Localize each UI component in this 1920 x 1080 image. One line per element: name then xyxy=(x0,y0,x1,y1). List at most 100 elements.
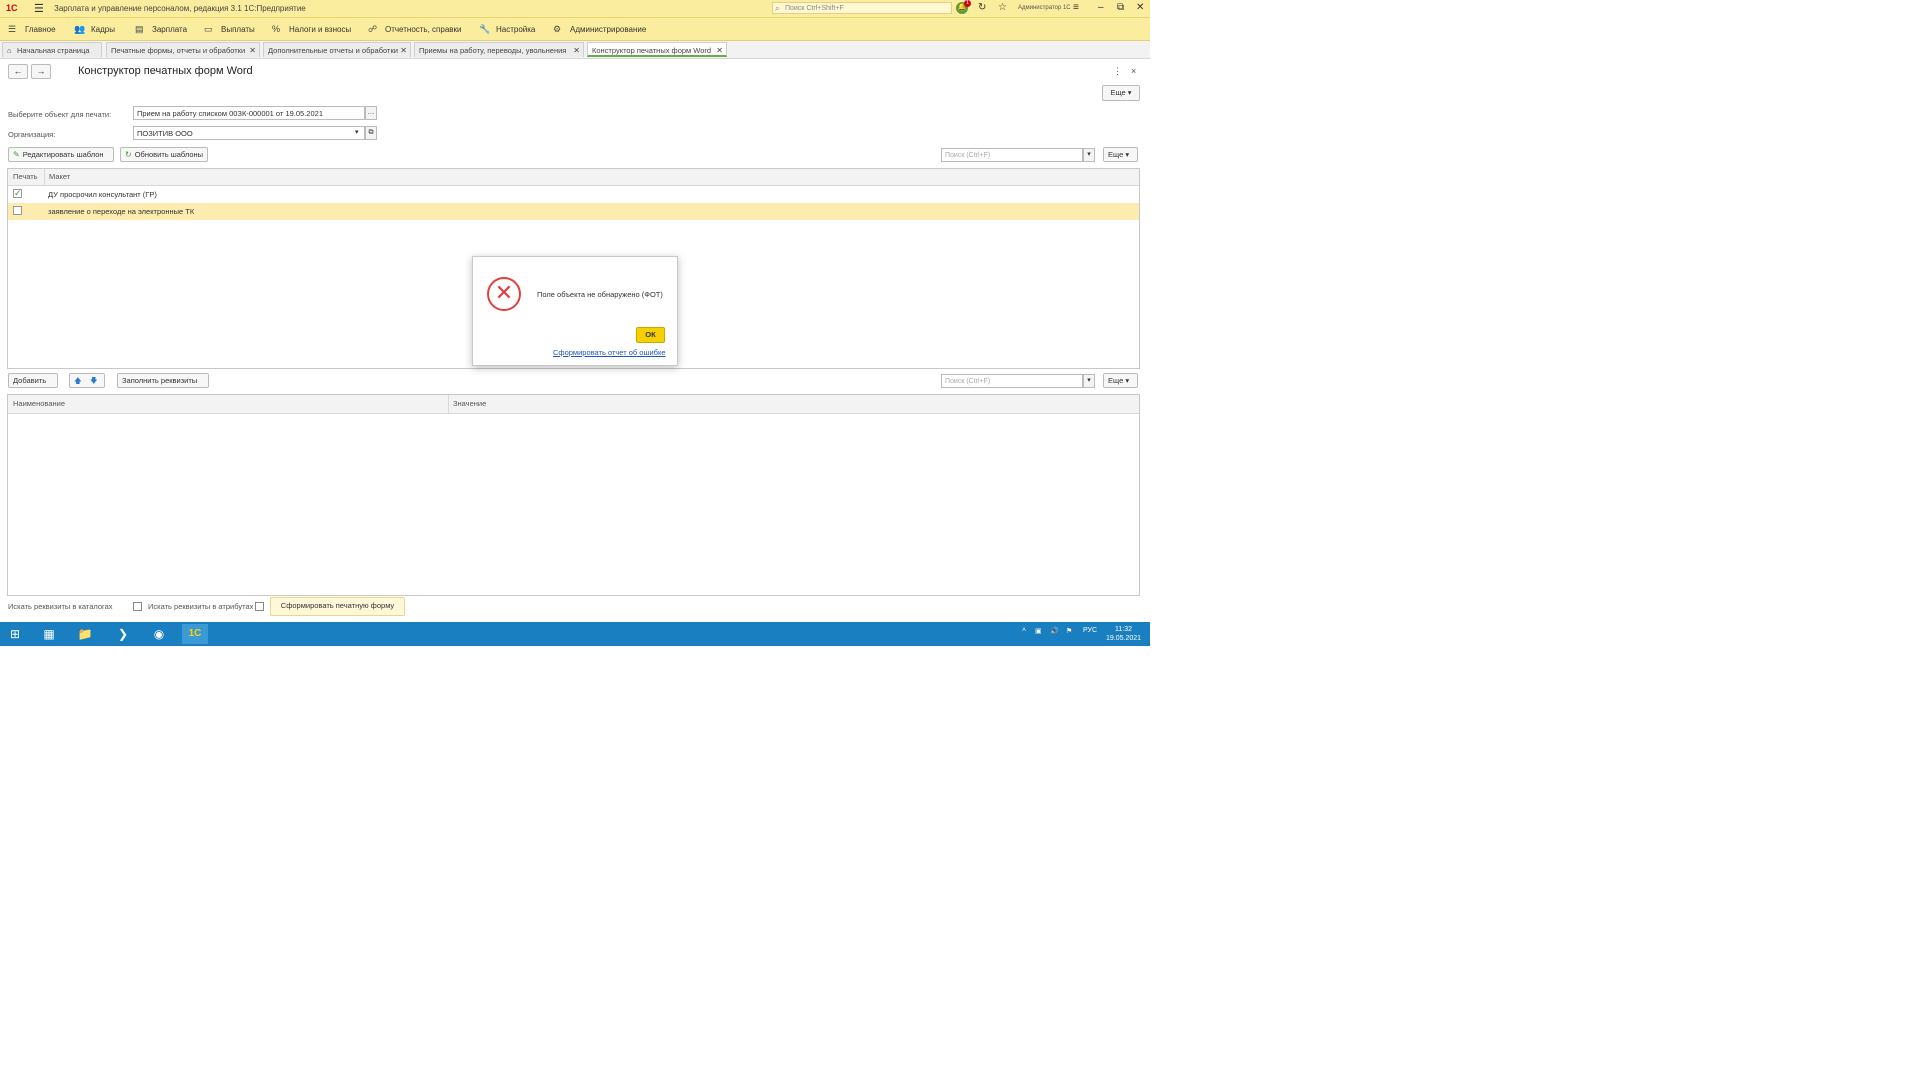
generate-print-form-button[interactable]: Сформировать печатную форму xyxy=(270,597,405,616)
col-layout[interactable]: Макет xyxy=(49,172,70,181)
details-more-button[interactable]: Еще ▾ xyxy=(1103,373,1138,388)
edit-layout-button[interactable]: ✎ Редактировать шаблон xyxy=(8,147,114,162)
tab-print-forms[interactable]: Печатные формы, отчеты и обработки ✕ xyxy=(106,42,260,57)
refresh-layouts-button[interactable]: ↻ Обновить шаблоны xyxy=(120,147,208,162)
menu-item-admin[interactable]: ⚙ Администрирование xyxy=(553,24,646,35)
menu-item-reports[interactable]: ☍ Отчетность, справки xyxy=(368,24,462,35)
back-button[interactable]: ← xyxy=(8,64,28,79)
restore-icon[interactable]: ⧉ xyxy=(1117,2,1124,14)
server-manager-icon[interactable]: ▦ xyxy=(36,624,62,644)
menu-label: Налоги и взносы xyxy=(289,25,352,34)
user-name[interactable]: Администратор 1С xyxy=(1018,5,1071,11)
arrow-up-icon[interactable]: 🡅 xyxy=(74,376,82,385)
open-windows-tabs: ⌂ Начальная страница Печатные формы, отч… xyxy=(0,41,1150,59)
fill-details-button[interactable]: Заполнить реквизиты xyxy=(117,373,209,388)
wrench-icon: 🔧 xyxy=(479,24,491,34)
global-search-input[interactable]: ⌕ Поиск Ctrl+Shift+F xyxy=(772,2,952,14)
chrome-icon[interactable]: ◉ xyxy=(146,624,172,644)
minimize-icon[interactable]: – xyxy=(1098,2,1104,14)
print-checkbox[interactable]: ✓ xyxy=(13,189,22,198)
layouts-search-input[interactable]: Поиск (Ctrl+F) xyxy=(941,148,1083,162)
tab-label: Дополнительные отчеты и обработки xyxy=(268,46,398,55)
settings-menu-icon[interactable]: ≡ xyxy=(1073,2,1079,14)
search-icon: ⌕ xyxy=(775,4,780,13)
print-checkbox[interactable] xyxy=(13,206,22,215)
pencil-icon: ✎ xyxy=(13,150,20,159)
report-icon: ☍ xyxy=(368,24,378,34)
column-divider xyxy=(44,169,45,185)
edit-layout-label: Редактировать шаблон xyxy=(22,150,104,159)
form-close-icon[interactable]: × xyxy=(1131,66,1136,76)
menu-label: Выплаты xyxy=(221,25,255,34)
clock-time: 11:32 xyxy=(1115,626,1133,633)
search-attrs-checkbox[interactable] xyxy=(255,602,264,611)
tab-additional-reports[interactable]: Дополнительные отчеты и обработки ✕ xyxy=(263,42,411,57)
forward-button[interactable]: → xyxy=(31,64,51,79)
favorites-icon[interactable]: ☆ xyxy=(998,2,1007,14)
close-tab-icon[interactable]: ✕ xyxy=(716,43,723,55)
file-explorer-icon[interactable]: 📁 xyxy=(72,624,98,644)
app-title: Зарплата и управление персоналом, редакц… xyxy=(54,4,306,13)
search-catalog-label: Искать реквизиты в каталогах xyxy=(8,602,113,611)
close-tab-icon[interactable]: ✕ xyxy=(249,43,256,57)
tab-word-constructor[interactable]: Конструктор печатных форм Word ✕ xyxy=(587,42,727,57)
layout-name: ДУ просрочил консультант (ГР) xyxy=(48,190,157,199)
more-label: Еще xyxy=(1108,376,1124,385)
layouts-more-button[interactable]: Еще ▾ xyxy=(1103,147,1138,162)
close-tab-icon[interactable]: ✕ xyxy=(400,43,407,57)
organization-field[interactable]: ПОЗИТИВ ООО xyxy=(133,126,365,140)
menu-item-main[interactable]: ☰ Главное xyxy=(8,24,56,35)
menu-item-payments[interactable]: ▭ Выплаты xyxy=(204,24,255,35)
powershell-icon[interactable]: ❯ xyxy=(110,624,136,644)
gear-icon: ⚙ xyxy=(553,24,562,34)
main-menu-icon[interactable]: ☰ xyxy=(34,2,44,15)
app-logo: 1С xyxy=(6,3,18,13)
search-catalog-checkbox[interactable] xyxy=(133,602,142,611)
object-label: Выберите объект для печати: xyxy=(8,110,112,119)
col-value[interactable]: Значение xyxy=(453,399,486,408)
chevron-down-icon[interactable]: ▾ xyxy=(355,128,359,136)
error-report-link[interactable]: Сформировать отчет об ошибке xyxy=(553,348,666,357)
menu-item-hr[interactable]: 👥 Кадры xyxy=(74,24,115,35)
tab-label: Конструктор печатных форм Word xyxy=(592,46,712,55)
flag-icon[interactable]: ⚑ xyxy=(1066,627,1072,635)
col-name[interactable]: Наименование xyxy=(13,399,65,408)
tray-expand-icon[interactable]: ˄ xyxy=(1022,627,1026,634)
close-tab-icon[interactable]: ✕ xyxy=(573,43,580,57)
home-icon: ⌂ xyxy=(7,46,12,55)
clock[interactable]: 11:32 19.05.2021 xyxy=(1106,625,1141,643)
details-search-input[interactable]: Поиск (Ctrl+F) xyxy=(941,374,1083,388)
onec-app-icon[interactable]: 1С xyxy=(182,624,208,644)
card-icon: ▭ xyxy=(204,24,213,34)
windows-start-icon[interactable]: ⊞ xyxy=(2,624,28,644)
more-button[interactable]: Еще ▾ xyxy=(1102,85,1140,101)
layout-name: заявление о переходе на электронные ТК xyxy=(48,207,195,216)
tab-home[interactable]: ⌂ Начальная страница xyxy=(2,42,102,57)
tab-hiring[interactable]: Приемы на работу, переводы, увольнения ✕ xyxy=(414,42,584,57)
table-row[interactable]: заявление о переходе на электронные ТК xyxy=(8,203,1139,220)
menu-item-salary[interactable]: ▤ Зарплата xyxy=(135,24,187,35)
form-menu-icon[interactable]: ⋮ xyxy=(1113,66,1122,77)
add-button[interactable]: Добавить xyxy=(8,373,58,388)
menu-item-settings[interactable]: 🔧 Настройка xyxy=(479,24,535,35)
more-label: Еще xyxy=(1110,88,1126,97)
layouts-search-dropdown[interactable]: ▾ xyxy=(1083,148,1095,162)
network-icon[interactable]: ▣ xyxy=(1035,627,1042,635)
object-select-button[interactable]: … xyxy=(365,106,377,120)
organization-open-button[interactable]: ⧉ xyxy=(365,126,377,140)
arrow-down-icon[interactable]: 🡇 xyxy=(90,376,98,385)
tab-label: Приемы на работу, переводы, увольнения xyxy=(419,46,567,55)
table-row[interactable]: ✓ ДУ просрочил консультант (ГР) xyxy=(8,186,1139,203)
language-indicator[interactable]: РУС xyxy=(1083,627,1097,634)
menu-label: Главное xyxy=(25,25,56,34)
column-divider xyxy=(448,395,449,413)
object-field[interactable]: Прием на работу списком 00ЗК-000001 от 1… xyxy=(133,106,365,120)
close-window-icon[interactable]: ✕ xyxy=(1136,2,1144,14)
ok-button[interactable]: ОК xyxy=(636,327,665,343)
volume-icon[interactable]: 🔊 xyxy=(1050,627,1059,635)
details-search-dropdown[interactable]: ▾ xyxy=(1083,374,1095,388)
history-icon[interactable]: ↻ xyxy=(978,2,986,14)
menu-item-taxes[interactable]: % Налоги и взносы xyxy=(272,24,351,34)
add-label: Добавить xyxy=(13,376,47,385)
col-print[interactable]: Печать xyxy=(13,172,38,181)
